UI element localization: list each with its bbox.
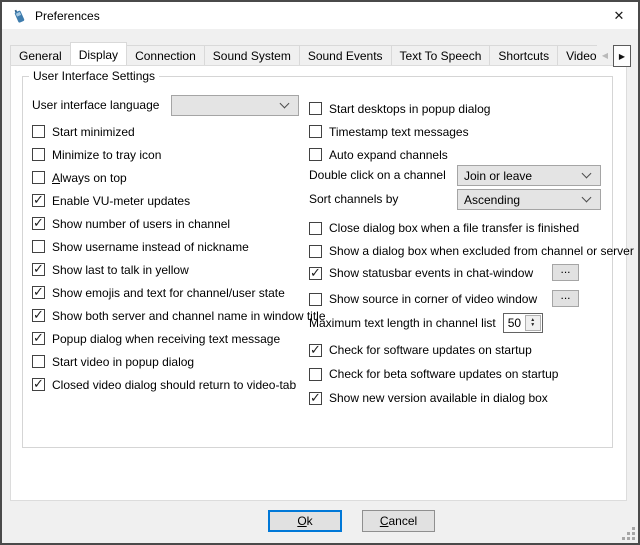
row-show-username[interactable]: Show username instead of nickname <box>32 235 326 258</box>
row-check-beta-updates[interactable]: Check for beta software updates on start… <box>309 362 558 386</box>
row-max-text-length: Maximum text length in channel list 50 ▲… <box>309 313 543 333</box>
tab-text-to-speech[interactable]: Text To Speech <box>391 45 491 65</box>
tab-scroll-right-icon[interactable]: ▶ <box>613 45 631 67</box>
tab-sound-events[interactable]: Sound Events <box>299 45 392 65</box>
chevron-down-icon <box>280 99 290 109</box>
tab-general[interactable]: General <box>10 45 71 65</box>
row-check-updates[interactable]: Check for software updates on startup <box>309 338 558 362</box>
row-start-desktops-popup[interactable]: Start desktops in popup dialog <box>309 97 490 120</box>
row-show-user-count[interactable]: Show number of users in channel <box>32 212 326 235</box>
checkbox-check-updates[interactable] <box>309 344 322 357</box>
row-show-new-version-dialog[interactable]: Show new version available in dialog box <box>309 386 558 410</box>
tab-video[interactable]: Video <box>557 45 597 65</box>
double-click-combobox[interactable]: Join or leave <box>457 165 601 186</box>
window-title: Preferences <box>35 9 100 23</box>
row-show-last-talk[interactable]: Show last to talk in yellow <box>32 258 326 281</box>
cancel-button[interactable]: Cancel <box>362 510 435 532</box>
preferences-dialog: Preferences ✕ General Display Connection… <box>0 0 640 545</box>
chevron-down-icon <box>582 193 592 203</box>
checkbox-check-beta-updates[interactable] <box>309 368 322 381</box>
row-always-on-top[interactable]: Always on top <box>32 166 326 189</box>
spinner-buttons[interactable]: ▲ ▼ <box>525 315 541 331</box>
tab-display[interactable]: Display <box>70 42 127 65</box>
row-minimize-to-tray[interactable]: Minimize to tray icon <box>32 143 326 166</box>
tab-scroll-buttons: ◀ ▶ <box>597 45 631 67</box>
row-closed-video-return[interactable]: Closed video dialog should return to vid… <box>32 373 326 396</box>
group-title: User Interface Settings <box>29 69 159 83</box>
right-checkbox-column-top: Start desktops in popup dialog Timestamp… <box>309 97 490 166</box>
tab-connection[interactable]: Connection <box>126 45 205 65</box>
checkbox-timestamp-messages[interactable] <box>309 125 322 138</box>
checkbox-auto-expand-channels[interactable] <box>309 148 322 161</box>
checkbox-popup-text-message[interactable] <box>32 332 45 345</box>
statusbar-events-config-button[interactable]: ... <box>552 264 579 281</box>
tab-bar: General Display Connection Sound System … <box>10 42 597 65</box>
row-start-video-popup[interactable]: Start video in popup dialog <box>32 350 326 373</box>
row-show-video-source[interactable]: Show source in corner of video window ..… <box>309 290 609 308</box>
teamtalk-logo-icon <box>11 8 27 24</box>
max-text-length-spinbox[interactable]: 50 ▲ ▼ <box>503 313 543 333</box>
checkbox-always-on-top[interactable] <box>32 171 45 184</box>
display-tab-page: User Interface Settings User interface l… <box>10 65 627 501</box>
resize-grip[interactable] <box>622 527 635 540</box>
double-click-label: Double click on a channel <box>309 165 446 186</box>
checkbox-show-user-count[interactable] <box>32 217 45 230</box>
ok-button[interactable]: Ok <box>268 510 342 532</box>
checkbox-closed-video-return[interactable] <box>32 378 45 391</box>
double-click-value: Join or leave <box>464 169 532 183</box>
row-timestamp-messages[interactable]: Timestamp text messages <box>309 120 490 143</box>
checkbox-enable-vu-meter[interactable] <box>32 194 45 207</box>
left-checkbox-column: Start minimized Minimize to tray icon Al… <box>32 120 326 396</box>
language-combobox[interactable] <box>171 95 299 116</box>
row-start-minimized[interactable]: Start minimized <box>32 120 326 143</box>
tab-shortcuts[interactable]: Shortcuts <box>489 45 558 65</box>
row-show-statusbar-events[interactable]: Show statusbar events in chat-window ... <box>309 264 609 282</box>
row-auto-expand-channels[interactable]: Auto expand channels <box>309 143 490 166</box>
sort-channels-value: Ascending <box>464 193 520 207</box>
checkbox-start-desktops-popup[interactable] <box>309 102 322 115</box>
checkbox-start-video-popup[interactable] <box>32 355 45 368</box>
sort-channels-label: Sort channels by <box>309 189 398 210</box>
checkbox-show-server-channel-title[interactable] <box>32 309 45 322</box>
chevron-down-icon <box>582 169 592 179</box>
row-enable-vu-meter[interactable]: Enable VU-meter updates <box>32 189 326 212</box>
close-icon[interactable]: ✕ <box>607 6 631 26</box>
checkbox-close-filetransfer-dialog[interactable] <box>309 222 322 235</box>
max-text-length-label: Maximum text length in channel list <box>309 313 496 333</box>
right-checkbox-column-bottom: Check for software updates on startup Ch… <box>309 338 558 410</box>
row-show-emojis[interactable]: Show emojis and text for channel/user st… <box>32 281 326 304</box>
checkbox-show-last-talk[interactable] <box>32 263 45 276</box>
checkbox-start-minimized[interactable] <box>32 125 45 138</box>
checkbox-show-emojis[interactable] <box>32 286 45 299</box>
sort-channels-combobox[interactable]: Ascending <box>457 189 601 210</box>
titlebar[interactable]: Preferences ✕ <box>2 2 638 29</box>
checkbox-show-username[interactable] <box>32 240 45 253</box>
row-close-filetransfer-dialog[interactable]: Close dialog box when a file transfer is… <box>309 217 579 239</box>
checkbox-minimize-to-tray[interactable] <box>32 148 45 161</box>
row-show-server-channel-title[interactable]: Show both server and channel name in win… <box>32 304 326 327</box>
checkbox-show-excluded-dialog[interactable] <box>309 245 322 258</box>
max-text-length-value: 50 <box>504 316 525 330</box>
tab-scroll-left-icon[interactable]: ◀ <box>597 45 613 65</box>
spin-down-icon[interactable]: ▼ <box>530 323 535 328</box>
video-source-config-button[interactable]: ... <box>552 290 579 307</box>
user-interface-settings-group: User Interface Settings User interface l… <box>22 76 613 448</box>
checkbox-show-video-source[interactable] <box>309 293 322 306</box>
checkbox-show-new-version-dialog[interactable] <box>309 392 322 405</box>
row-show-excluded-dialog[interactable]: Show a dialog box when excluded from cha… <box>309 240 634 262</box>
language-label: User interface language <box>32 95 159 116</box>
tab-sound-system[interactable]: Sound System <box>204 45 300 65</box>
checkbox-show-statusbar-events[interactable] <box>309 267 322 280</box>
row-popup-text-message[interactable]: Popup dialog when receiving text message <box>32 327 326 350</box>
